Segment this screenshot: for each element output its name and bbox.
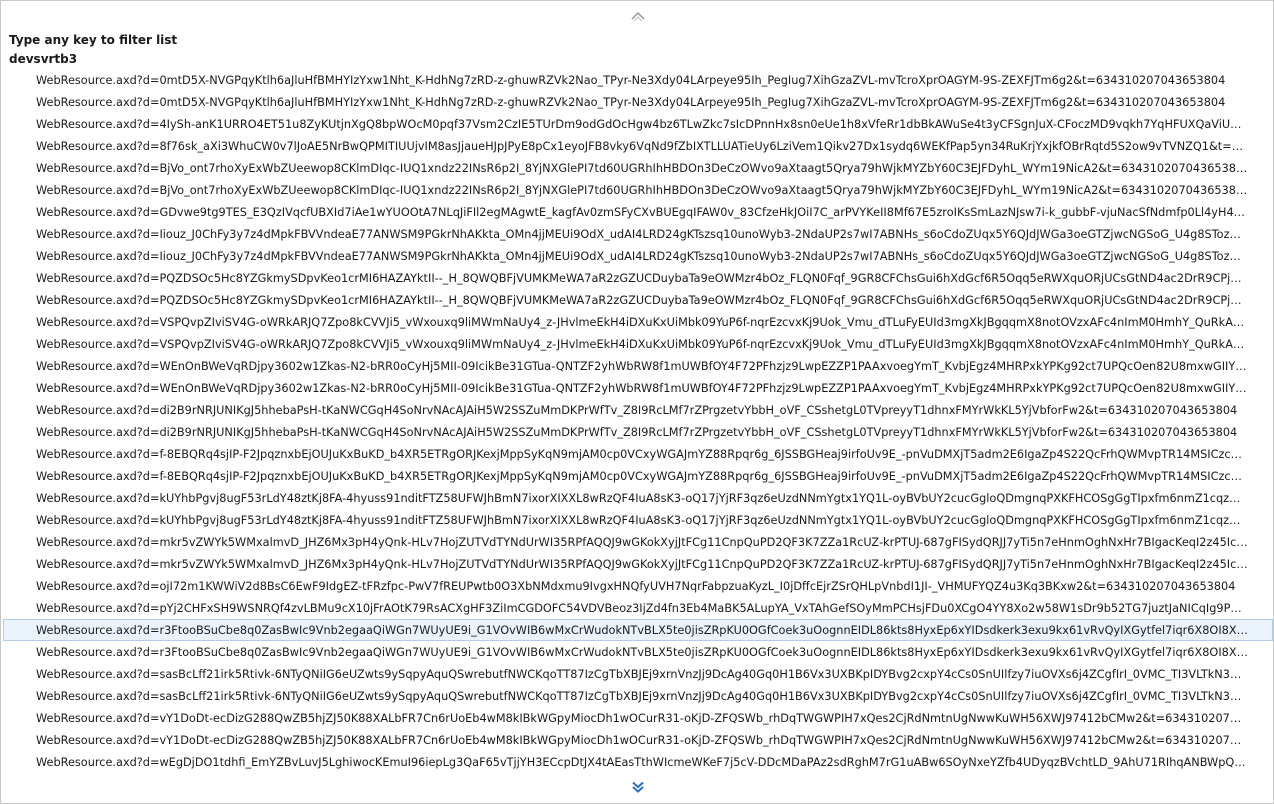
list-item[interactable]: WebResource.axd?d=r3FtooBSuCbe8q0ZasBwIc…: [3, 641, 1273, 663]
list-item[interactable]: WebResource.axd?d=Iiouz_J0ChFy3y7z4dMpkF…: [3, 245, 1273, 267]
list-item[interactable]: WebResource.axd?d=sasBcLff21irk5Rtivk-6N…: [3, 663, 1273, 685]
list-item[interactable]: WebResource.axd?d=PQZDSOc5Hc8YZGkmySDpvK…: [3, 289, 1273, 311]
list-item[interactable]: WebResource.axd?d=f-8EBQRq4sjIP-F2Jpqznx…: [3, 465, 1273, 487]
list-item[interactable]: WebResource.axd?d=Iiouz_J0ChFy3y7z4dMpkF…: [3, 223, 1273, 245]
scroll-up-button[interactable]: [629, 10, 647, 22]
list-item[interactable]: WebResource.axd?d=BjVo_ont7rhoXyExWbZUee…: [3, 179, 1273, 201]
list-item[interactable]: WebResource.axd?d=PQZDSOc5Hc8YZGkmySDpvK…: [3, 267, 1273, 289]
group-label: devsvrtb3: [9, 52, 78, 66]
list-item[interactable]: WebResource.axd?d=f-8EBQRq4sjIP-F2Jpqznx…: [3, 443, 1273, 465]
list-item[interactable]: WebResource.axd?d=VSPQvpZIviSV4G-oWRkARJ…: [3, 311, 1273, 333]
list-item[interactable]: WebResource.axd?d=di2B9rNRJUNIKgJ5hhebaP…: [3, 421, 1273, 443]
list-item[interactable]: WebResource.axd?d=kUYhbPgvj8ugF53rLdY48z…: [3, 509, 1273, 531]
list-item[interactable]: WebResource.axd?d=kUYhbPgvj8ugF53rLdY48z…: [3, 487, 1273, 509]
list-item[interactable]: WebResource.axd?d=pYj2CHFxSH9WSNRQf4zvLB…: [3, 597, 1273, 619]
list-item[interactable]: WebResource.axd?d=4IySh-anK1URRO4ET51u8Z…: [3, 113, 1273, 135]
list-item[interactable]: WebResource.axd?d=di2B9rNRJUNIKgJ5hhebaP…: [3, 399, 1273, 421]
list-item[interactable]: WebResource.axd?d=vY1DoDt-ecDizG288QwZB5…: [3, 729, 1273, 751]
chevron-up-icon: [631, 11, 645, 21]
list-item[interactable]: WebResource.axd?d=GDvwe9tg9TES_E3QzIVqcf…: [3, 201, 1273, 223]
list-item[interactable]: WebResource.axd?d=wEgDjDO1tdhfi_EmYZBvLu…: [3, 751, 1273, 773]
filter-hint: Type any key to filter list: [9, 33, 178, 47]
list-item[interactable]: WebResource.axd?d=mkr5vZWYk5WMxalmvD_JHZ…: [3, 531, 1273, 553]
list-item[interactable]: WebResource.axd?d=vY1DoDt-ecDizG288QwZB5…: [3, 707, 1273, 729]
resource-list-panel: Type any key to filter list devsvrtb3 We…: [0, 0, 1274, 804]
list-item[interactable]: WebResource.axd?d=sasBcLff21irk5Rtivk-6N…: [3, 685, 1273, 707]
list-item[interactable]: WebResource.axd?d=VSPQvpZIviSV4G-oWRkARJ…: [3, 333, 1273, 355]
list-item[interactable]: WebResource.axd?d=8f76sk_aXi3WhuCW0v7lJo…: [3, 135, 1273, 157]
list-item[interactable]: WebResource.axd?d=BjVo_ont7rhoXyExWbZUee…: [3, 157, 1273, 179]
list-item[interactable]: WebResource.axd?d=0mtD5X-NVGPqyKtlh6aJlu…: [3, 91, 1273, 113]
scroll-down-button[interactable]: [629, 781, 647, 793]
double-chevron-down-icon: [632, 781, 644, 793]
resource-list[interactable]: WebResource.axd?d=0mtD5X-NVGPqyKtlh6aJlu…: [3, 69, 1273, 773]
list-item[interactable]: WebResource.axd?d=WEnOnBWeVqRDjpy3602w1Z…: [3, 355, 1273, 377]
list-item[interactable]: WebResource.axd?d=r3FtooBSuCbe8q0ZasBwIc…: [3, 619, 1273, 641]
list-item[interactable]: WebResource.axd?d=0mtD5X-NVGPqyKtlh6aJlu…: [3, 69, 1273, 91]
list-item[interactable]: WebResource.axd?d=WEnOnBWeVqRDjpy3602w1Z…: [3, 377, 1273, 399]
list-item[interactable]: WebResource.axd?d=mkr5vZWYk5WMxalmvD_JHZ…: [3, 553, 1273, 575]
list-item[interactable]: WebResource.axd?d=ojI72m1KWWiV2d8BsC6EwF…: [3, 575, 1273, 597]
